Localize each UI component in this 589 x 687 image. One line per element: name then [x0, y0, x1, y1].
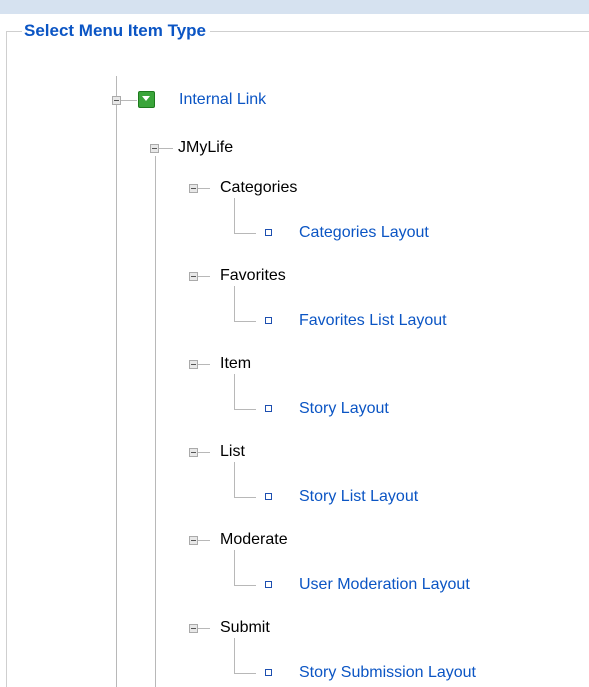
- leaf-bullet-icon: [265, 581, 272, 588]
- group-branch-line: [198, 452, 210, 453]
- menu-type-panel: [0, 14, 589, 687]
- panel-legend: Select Menu Item Type: [22, 19, 211, 43]
- leaf-branch-line: [234, 673, 256, 674]
- group-branch-line: [198, 540, 210, 541]
- group-branch-line: [198, 628, 210, 629]
- group-toggle-icon[interactable]: [189, 624, 198, 633]
- root-branch-line: [121, 100, 137, 101]
- leaf-bullet-icon: [265, 669, 272, 676]
- leaf-stem-line: [234, 462, 235, 497]
- tree-leaf-link[interactable]: Favorites List Layout: [299, 311, 447, 331]
- leaf-stem-line: [234, 198, 235, 233]
- frame-left-line: [6, 31, 7, 687]
- group-branch-line: [198, 276, 210, 277]
- tree-leaf-link[interactable]: Categories Layout: [299, 223, 429, 243]
- leaf-stem-line: [234, 286, 235, 321]
- tree-leaf-link[interactable]: Story Submission Layout: [299, 663, 476, 683]
- tree-group-label[interactable]: Moderate: [220, 530, 288, 550]
- leaf-stem-line: [234, 638, 235, 673]
- group-branch-line: [198, 364, 210, 365]
- leaf-branch-line: [234, 321, 256, 322]
- leaf-branch-line: [234, 585, 256, 586]
- leaf-stem-line: [234, 550, 235, 585]
- group-toggle-icon[interactable]: [189, 184, 198, 193]
- component-stem-line: [155, 156, 156, 687]
- tree-group-label[interactable]: List: [220, 442, 245, 462]
- leaf-stem-line: [234, 374, 235, 409]
- tree-root-internal-link[interactable]: Internal Link: [179, 90, 266, 110]
- leaf-bullet-icon: [265, 405, 272, 412]
- root-stem-line: [116, 76, 117, 687]
- tree-group-label[interactable]: Submit: [220, 618, 270, 638]
- leaf-branch-line: [234, 233, 256, 234]
- component-toggle-icon[interactable]: [150, 144, 159, 153]
- tree-group-label[interactable]: Item: [220, 354, 251, 374]
- expand-icon[interactable]: [138, 91, 155, 108]
- component-branch-line: [159, 148, 173, 149]
- group-toggle-icon[interactable]: [189, 272, 198, 281]
- leaf-branch-line: [234, 409, 256, 410]
- group-toggle-icon[interactable]: [189, 536, 198, 545]
- leaf-bullet-icon: [265, 229, 272, 236]
- tree-group-label[interactable]: Favorites: [220, 266, 286, 286]
- leaf-bullet-icon: [265, 493, 272, 500]
- tree-group-label[interactable]: Categories: [220, 178, 297, 198]
- group-toggle-icon[interactable]: [189, 448, 198, 457]
- root-toggle-icon[interactable]: [112, 96, 121, 105]
- tree-leaf-link[interactable]: User Moderation Layout: [299, 575, 470, 595]
- group-toggle-icon[interactable]: [189, 360, 198, 369]
- tree-leaf-link[interactable]: Story Layout: [299, 399, 389, 419]
- tree-leaf-link[interactable]: Story List Layout: [299, 487, 418, 507]
- leaf-branch-line: [234, 497, 256, 498]
- leaf-bullet-icon: [265, 317, 272, 324]
- group-branch-line: [198, 188, 210, 189]
- tree-component-jmylife[interactable]: JMyLife: [178, 138, 233, 158]
